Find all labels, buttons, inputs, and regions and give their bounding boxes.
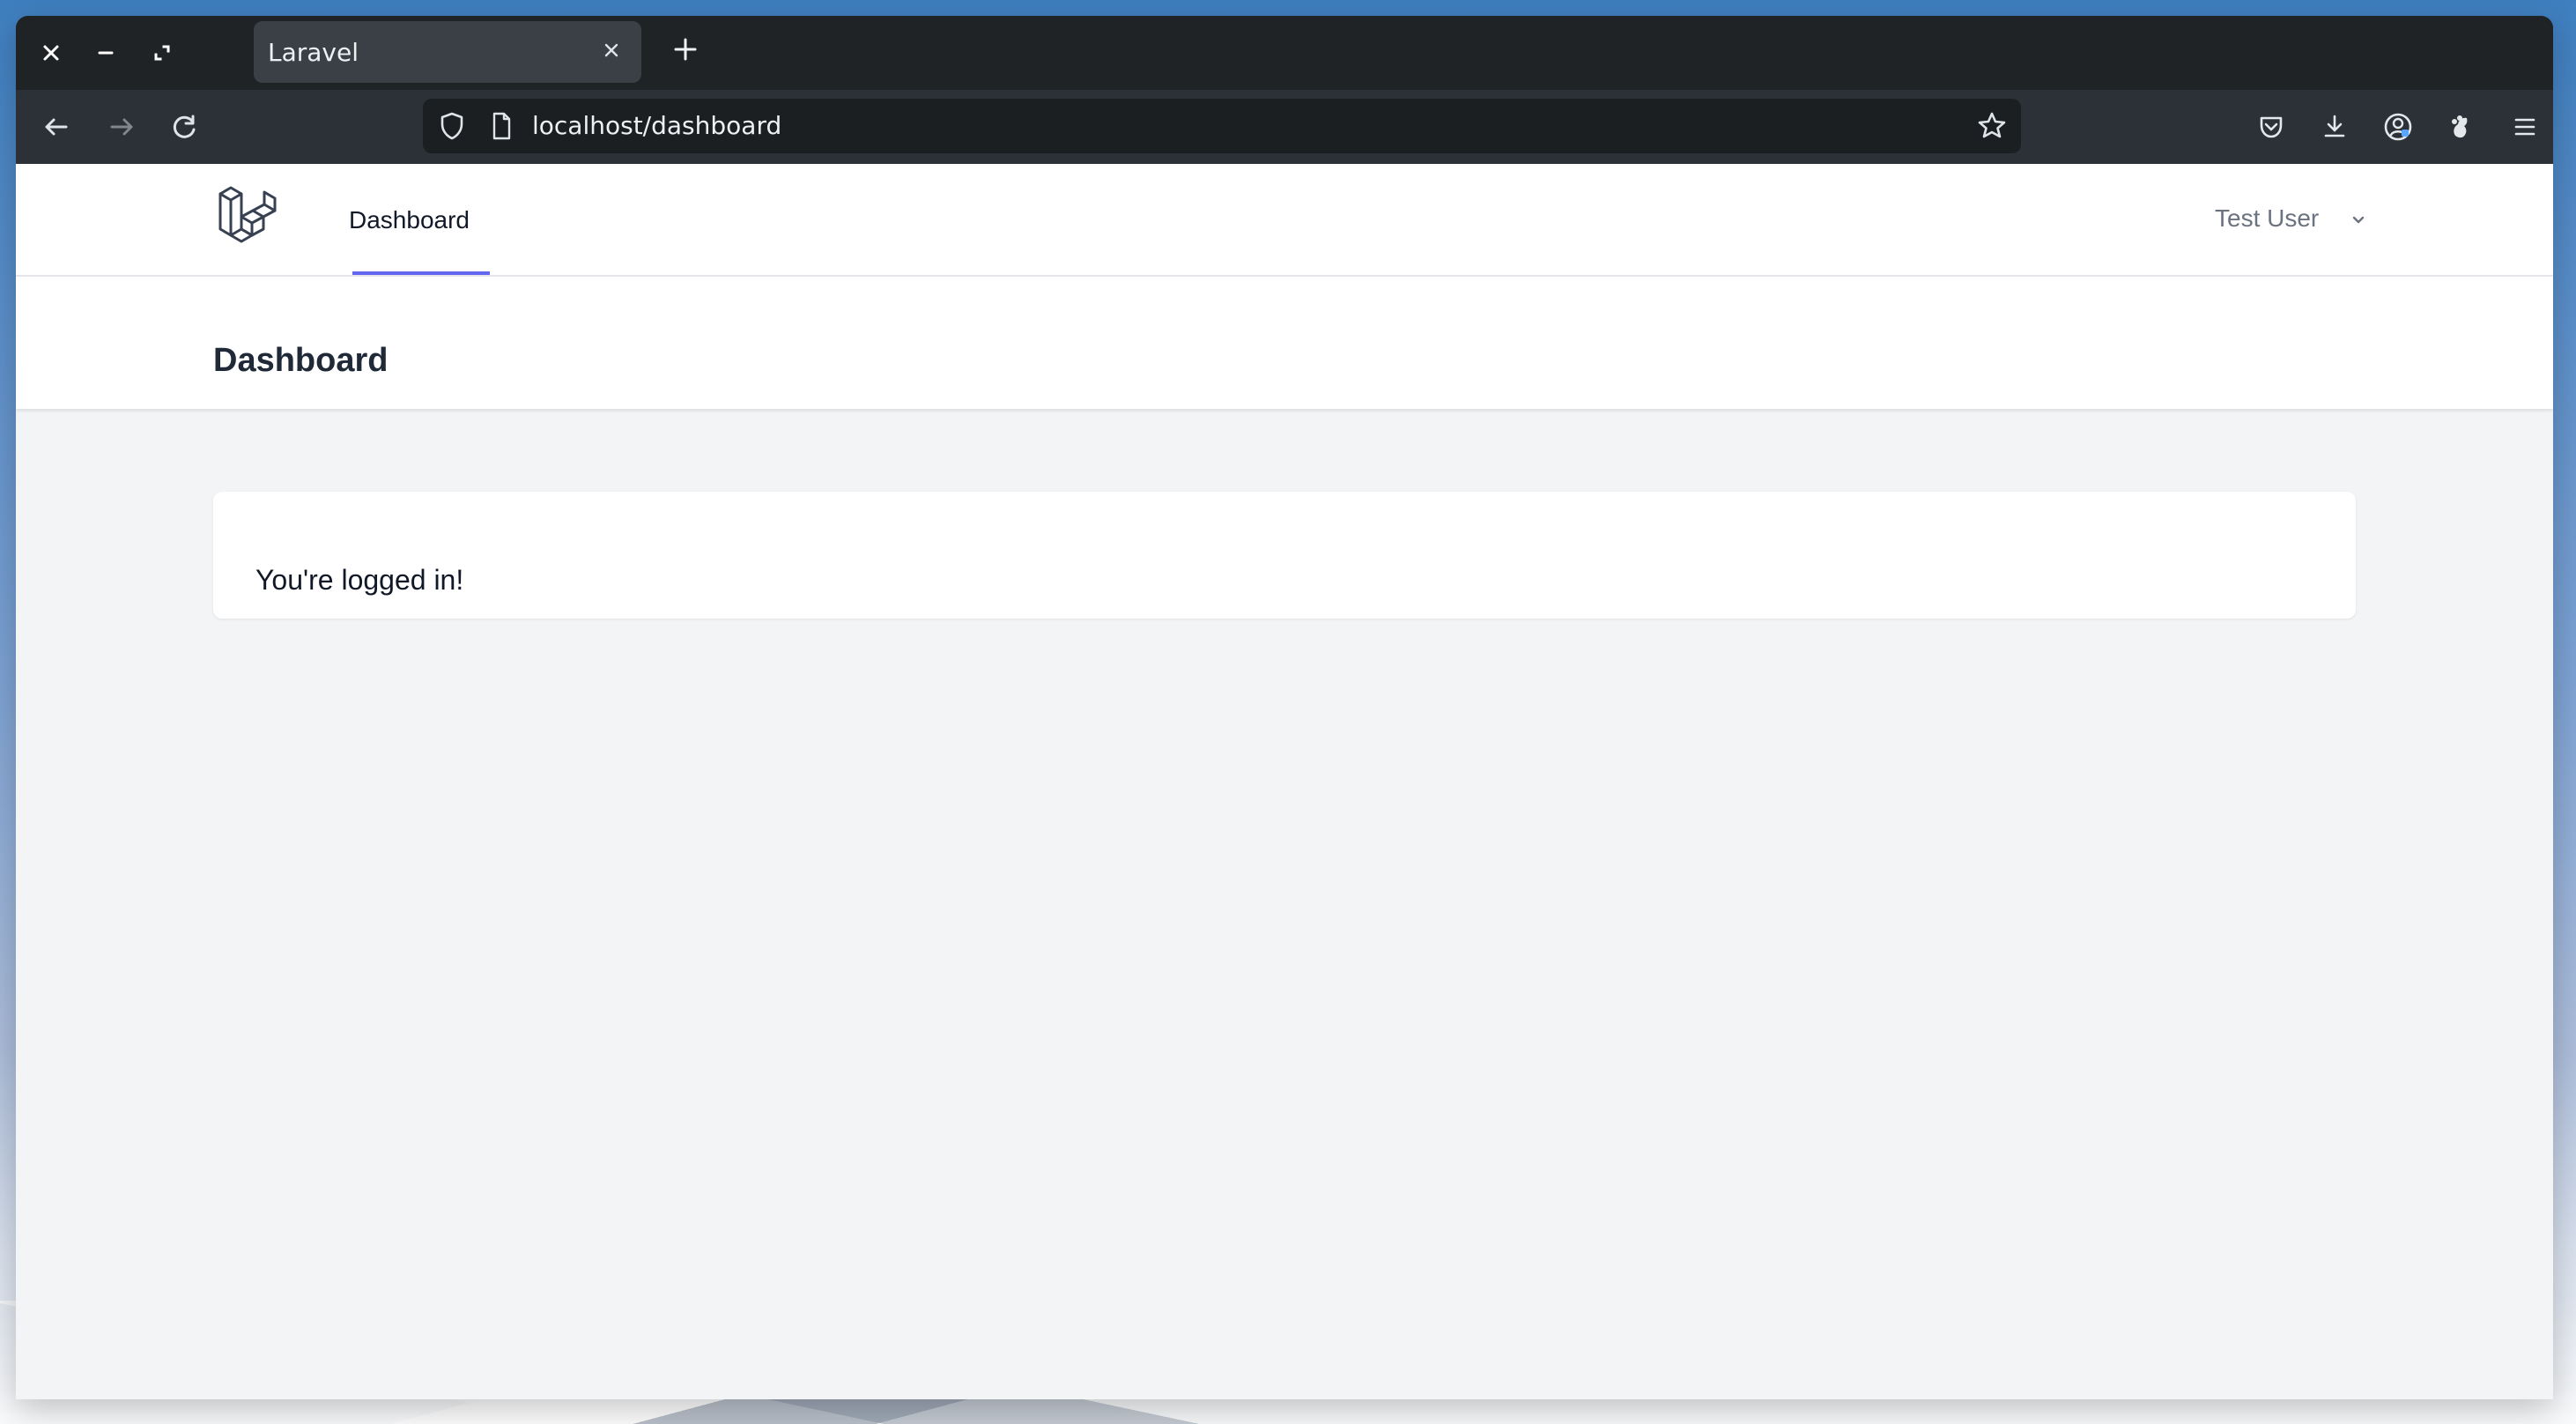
user-menu[interactable]: Test User [2215,197,2370,240]
chevron-down-icon [2347,208,2370,231]
page-icon [483,108,520,145]
web-page: Dashboard Test User Dashboard You're log… [16,164,2553,1399]
tab-title: Laravel [268,37,359,67]
shield-icon[interactable] [433,108,470,145]
active-nav-indicator [352,271,490,275]
tab-laravel[interactable]: Laravel [254,21,641,83]
pocket-icon[interactable] [2250,106,2292,148]
minimize-icon[interactable] [85,32,127,74]
app-navigation: Dashboard Test User [16,164,2553,277]
maximize-icon[interactable] [141,32,183,74]
dashboard-card: You're logged in! [213,492,2356,619]
arrow-right-icon[interactable] [102,108,141,146]
browser-tab-bar: Laravel [16,16,2553,90]
url-text[interactable]: localhost/dashboard [532,111,781,141]
page-title: Dashboard [213,342,389,380]
plus-icon[interactable] [663,26,708,72]
account-icon[interactable] [2377,106,2419,148]
browser-window: Laravel localhost/dashboard Dashboard Te… [16,16,2553,1399]
window-controls [30,32,194,74]
nav-link-dashboard[interactable]: Dashboard [349,203,470,238]
menu-icon[interactable] [2504,106,2546,148]
star-icon[interactable] [1973,108,2010,145]
user-name: Test User [2215,204,2320,232]
page-header: Dashboard [16,277,2553,409]
laravel-logo-icon[interactable] [213,183,280,250]
arrow-left-icon[interactable] [37,108,76,146]
close-icon[interactable] [30,32,72,74]
browser-toolbar-actions [2250,106,2541,148]
download-icon[interactable] [2313,106,2356,148]
login-status-message: You're logged in! [255,564,464,596]
browser-toolbar: localhost/dashboard [16,90,2553,164]
reload-icon[interactable] [166,108,204,146]
address-bar[interactable]: localhost/dashboard [423,99,2021,153]
tab-close-icon[interactable] [597,36,625,64]
extension-icon[interactable] [2440,106,2483,148]
